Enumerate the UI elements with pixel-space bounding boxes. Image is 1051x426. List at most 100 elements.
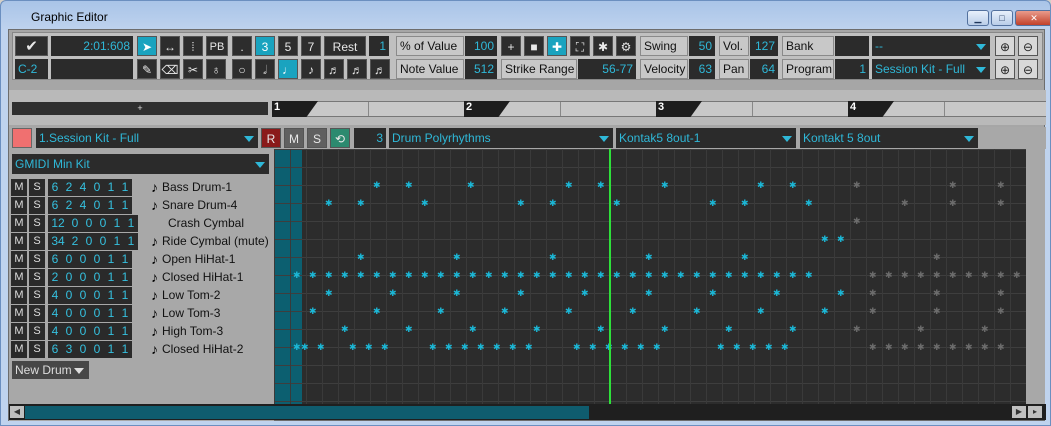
eraser-icon[interactable]: ⌫	[160, 59, 180, 79]
drum-hit[interactable]: ✱	[677, 271, 685, 280]
drum-hit[interactable]: ✱	[901, 199, 909, 208]
drum-hit[interactable]: ✱	[885, 271, 893, 280]
drum-param-value[interactable]: 1	[110, 233, 124, 250]
drum-hit[interactable]: ✱	[933, 271, 941, 280]
drum-hit[interactable]: ✱	[749, 343, 757, 352]
drum-hit[interactable]: ✱	[565, 307, 573, 316]
drum-hit[interactable]: ✱	[421, 199, 429, 208]
drum-param-value[interactable]: 1	[104, 269, 118, 286]
drum-solo-button[interactable]: S	[29, 341, 45, 358]
drum-hit[interactable]: ✱	[781, 343, 789, 352]
septuplet-button[interactable]: 7	[301, 36, 321, 56]
drum-hit[interactable]: ✱	[869, 289, 877, 298]
velocity-field[interactable]: 63	[689, 59, 715, 79]
mute-tool-icon[interactable]: ♁	[206, 59, 226, 79]
drum-hit[interactable]: ✱	[933, 307, 941, 316]
strike-range-field[interactable]: 56-77	[578, 59, 636, 79]
drum-hit[interactable]: ✱	[429, 343, 437, 352]
drum-param-value[interactable]: 1	[124, 215, 138, 232]
percent-of-value-field[interactable]: 100	[465, 36, 497, 56]
star-icon[interactable]: ✱	[593, 36, 613, 56]
drum-hit[interactable]: ✱	[757, 307, 765, 316]
drum-hit[interactable]: ✱	[293, 271, 301, 280]
drum-param-value[interactable]: 34	[48, 233, 68, 250]
drum-param-value[interactable]: 0	[96, 233, 110, 250]
add-lane-button[interactable]: +	[12, 102, 268, 115]
drum-param-value[interactable]: 1	[124, 233, 138, 250]
drum-hit[interactable]: ✱	[653, 343, 661, 352]
maximize-button[interactable]: □	[991, 10, 1013, 26]
drum-hit[interactable]: ✱	[589, 343, 597, 352]
drum-param-value[interactable]: 2	[68, 233, 82, 250]
program-select[interactable]: Session Kit - Full	[872, 59, 990, 79]
drum-param-value[interactable]: 1	[118, 323, 132, 340]
drum-param-value[interactable]: 0	[90, 305, 104, 322]
drum-hit[interactable]: ✱	[597, 325, 605, 334]
drum-hit[interactable]: ✱	[613, 199, 621, 208]
drum-hit[interactable]: ✱	[293, 343, 301, 352]
drum-hit[interactable]: ✱	[421, 271, 429, 280]
drum-param-value[interactable]: 1	[118, 251, 132, 268]
drum-hit[interactable]: ✱	[869, 307, 877, 316]
drum-hit[interactable]: ✱	[733, 343, 741, 352]
drum-hit[interactable]: ✱	[453, 289, 461, 298]
rest-value[interactable]: 1	[369, 36, 389, 56]
drum-solo-button[interactable]: S	[29, 215, 45, 232]
drum-param-value[interactable]: 4	[48, 323, 62, 340]
drum-hit[interactable]: ✱	[997, 199, 1005, 208]
drum-mute-button[interactable]: M	[11, 197, 27, 214]
drum-hit[interactable]: ✱	[501, 307, 509, 316]
drum-hit[interactable]: ✱	[493, 343, 501, 352]
drum-name[interactable]: Closed HiHat-1	[162, 269, 276, 286]
close-button[interactable]: ✕	[1015, 10, 1050, 26]
vertical-scroll-area[interactable]	[1026, 149, 1045, 404]
drum-name[interactable]: Ride Cymbal (mute)	[162, 233, 276, 250]
drum-hit[interactable]: ✱	[693, 271, 701, 280]
zoom-out-horizontal-icon[interactable]: ⊖	[1018, 59, 1038, 79]
drum-hit[interactable]: ✱	[309, 271, 317, 280]
drum-param-value[interactable]: 0	[68, 215, 82, 232]
kit-select[interactable]: GMIDI Min Kit	[12, 154, 269, 174]
drum-param-value[interactable]: 1	[118, 341, 132, 358]
quintuplet-button[interactable]: 5	[278, 36, 298, 56]
drum-hit[interactable]: ✱	[997, 307, 1005, 316]
drum-param-value[interactable]: 0	[82, 215, 96, 232]
drum-param-value[interactable]: 0	[76, 305, 90, 322]
drum-hit[interactable]: ✱	[467, 181, 475, 190]
drum-param-value[interactable]: 1	[104, 287, 118, 304]
drum-param-value[interactable]: 0	[76, 323, 90, 340]
drum-param-value[interactable]: 1	[118, 179, 132, 196]
drum-hit[interactable]: ✱	[757, 181, 765, 190]
drum-param-value[interactable]: 4	[48, 305, 62, 322]
crosshair-icon[interactable]: ✚	[547, 36, 567, 56]
drum-hit[interactable]: ✱	[821, 235, 829, 244]
drum-name[interactable]: Open HiHat-1	[162, 251, 276, 268]
drum-hit[interactable]: ✱	[341, 271, 349, 280]
grid-icon[interactable]: ⦙	[183, 36, 203, 56]
drum-hit[interactable]: ✱	[325, 199, 333, 208]
drum-hit[interactable]: ✱	[949, 181, 957, 190]
drum-param-value[interactable]: 1	[110, 215, 124, 232]
drum-param-value[interactable]: 6	[48, 251, 62, 268]
rest-button[interactable]: Rest	[324, 36, 366, 56]
drum-hit[interactable]: ✱	[365, 343, 373, 352]
drum-solo-button[interactable]: S	[29, 269, 45, 286]
drum-solo-button[interactable]: S	[29, 305, 45, 322]
drum-hit[interactable]: ✱	[453, 271, 461, 280]
zoom-in-icon[interactable]: ⊕	[995, 36, 1015, 56]
drum-solo-button[interactable]: S	[29, 287, 45, 304]
drum-hit[interactable]: ✱	[373, 307, 381, 316]
drum-hit[interactable]: ✱	[325, 289, 333, 298]
drum-param-value[interactable]: 0	[90, 287, 104, 304]
sixteenth-note-icon[interactable]: ♬	[324, 59, 344, 79]
note-value-field[interactable]: 512	[465, 59, 497, 79]
drum-hit[interactable]: ✱	[341, 325, 349, 334]
drum-hit[interactable]: ✱	[549, 253, 557, 262]
scroll-left-icon[interactable]: ◀	[10, 406, 24, 418]
quarter-note-icon[interactable]: ♩	[278, 59, 298, 79]
instrument-select[interactable]: Kontakt 5 8out	[800, 128, 978, 148]
drum-mute-button[interactable]: M	[11, 251, 27, 268]
drum-hit[interactable]: ✱	[869, 271, 877, 280]
drum-hit[interactable]: ✱	[981, 325, 989, 334]
scroll-end-icon[interactable]: ▸	[1028, 406, 1042, 418]
